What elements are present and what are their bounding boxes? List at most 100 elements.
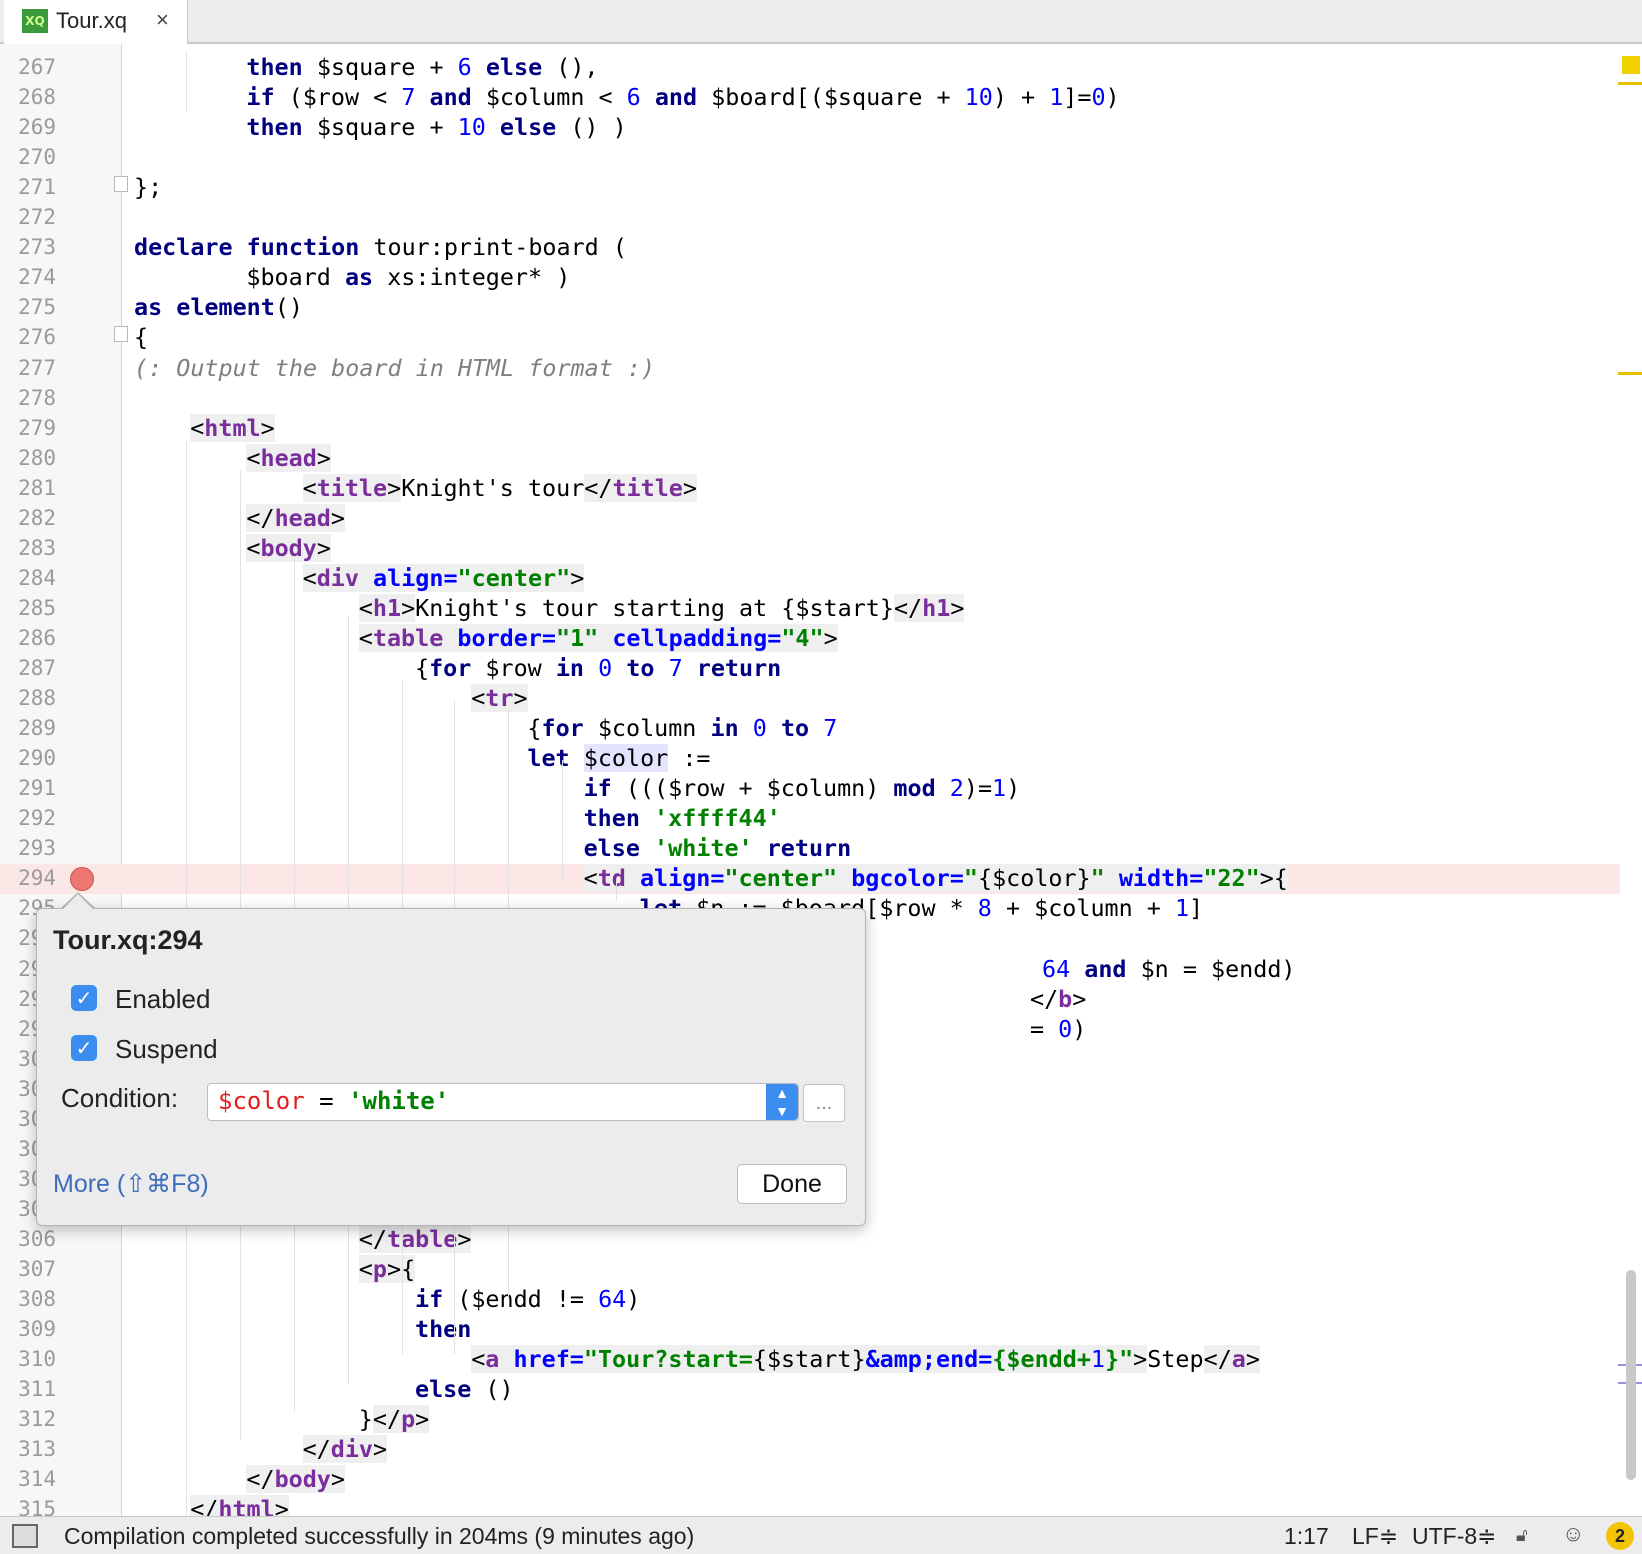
code-line[interactable]: <html> — [190, 413, 275, 443]
line-number[interactable]: 284 — [0, 563, 56, 593]
fold-end-icon[interactable] — [114, 176, 128, 192]
code-line[interactable]: </head> — [246, 503, 345, 533]
code-line[interactable]: 64 and $n = $endd) — [1042, 954, 1296, 984]
line-number[interactable]: 309 — [0, 1314, 56, 1344]
line-number[interactable]: 306 — [0, 1224, 56, 1254]
line-number[interactable]: 279 — [0, 413, 56, 443]
code-line[interactable]: let $color := — [527, 743, 710, 773]
line-number[interactable]: 283 — [0, 533, 56, 563]
code-line[interactable]: }; — [134, 172, 162, 202]
done-button[interactable]: Done — [737, 1164, 847, 1204]
line-number[interactable]: 310 — [0, 1344, 56, 1374]
code-line[interactable]: $board as xs:integer* ) — [246, 262, 570, 292]
line-number[interactable]: 270 — [0, 142, 56, 172]
code-line[interactable]: if ((($row + $column) mod 2)=1) — [584, 773, 1021, 803]
expand-condition-button[interactable]: ... — [803, 1084, 845, 1122]
inspector-icon[interactable]: ☺︎ — [1562, 1521, 1584, 1547]
fold-start-icon[interactable] — [114, 326, 128, 342]
code-line[interactable]: then $square + 6 else (), — [246, 52, 598, 82]
code-line[interactable]: <body> — [246, 533, 331, 563]
line-number[interactable]: 287 — [0, 653, 56, 683]
line-number[interactable]: 291 — [0, 773, 56, 803]
code-line[interactable]: if ($row < 7 and $column < 6 and $board[… — [246, 82, 1119, 112]
line-number[interactable]: 311 — [0, 1374, 56, 1404]
line-number[interactable]: 286 — [0, 623, 56, 653]
line-separator-selector[interactable]: LF≑ — [1352, 1523, 1398, 1550]
code-line[interactable]: <p>{ — [358, 1254, 416, 1284]
code-line[interactable]: <title>Knight's tour</title> — [302, 473, 697, 503]
line-number[interactable]: 290 — [0, 743, 56, 773]
code-line[interactable]: <tr> — [471, 683, 528, 713]
status-message[interactable]: Compilation completed successfully in 20… — [64, 1523, 694, 1550]
warning-marker-icon[interactable] — [1622, 56, 1640, 74]
line-number[interactable]: 271 — [0, 172, 56, 202]
condition-input[interactable]: $color = 'white' ▲ ▼ — [207, 1083, 799, 1121]
event-log-badge[interactable]: 2 — [1606, 1522, 1634, 1550]
code-line[interactable]: else () — [415, 1374, 514, 1404]
line-number[interactable]: 276 — [0, 322, 56, 352]
enabled-label[interactable]: Enabled — [115, 984, 210, 1015]
line-number[interactable]: 278 — [0, 383, 56, 413]
caret-position[interactable]: 1:17 — [1284, 1523, 1329, 1550]
line-number[interactable]: 277 — [0, 353, 56, 383]
suspend-checkbox[interactable]: ✓ — [71, 1035, 97, 1061]
code-line[interactable]: {for $column in 0 to 7 — [527, 713, 837, 743]
code-line[interactable]: then — [415, 1314, 471, 1344]
close-icon[interactable]: × — [156, 7, 169, 33]
line-number[interactable]: 314 — [0, 1464, 56, 1494]
line-number[interactable]: 275 — [0, 292, 56, 322]
line-number[interactable]: 307 — [0, 1254, 56, 1284]
code-line[interactable]: then $square + 10 else () ) — [246, 112, 626, 142]
line-number[interactable]: 269 — [0, 112, 56, 142]
line-number[interactable]: 292 — [0, 803, 56, 833]
vertical-scrollbar[interactable] — [1626, 1270, 1636, 1480]
code-line[interactable]: <td align="center" bgcolor="{$color}" wi… — [583, 863, 1288, 893]
lock-icon[interactable]: 🔓︎ — [1516, 1525, 1528, 1546]
code-line[interactable]: <h1>Knight's tour starting at {$start}</… — [358, 593, 965, 623]
line-number[interactable]: 280 — [0, 443, 56, 473]
code-line[interactable]: = 0) — [1030, 1014, 1086, 1044]
code-line[interactable]: </div> — [302, 1434, 388, 1464]
code-line[interactable]: if ($endd != 64) — [415, 1284, 640, 1314]
code-line[interactable]: <a href="Tour?start={$start}&amp;end={$e… — [471, 1344, 1260, 1374]
code-line[interactable]: }</p> — [359, 1404, 430, 1434]
code-line[interactable]: <table border="1" cellpadding="4"> — [358, 623, 838, 653]
code-line[interactable]: then 'xffff44' — [584, 803, 781, 833]
more-link[interactable]: More (⇧⌘F8) — [53, 1169, 209, 1199]
code-line[interactable]: declare function tour:print-board ( — [134, 232, 627, 262]
code-line[interactable]: <head> — [246, 443, 331, 473]
breakpoint-icon[interactable] — [70, 867, 94, 891]
code-line[interactable]: { — [134, 322, 148, 352]
encoding-selector[interactable]: UTF-8≑ — [1412, 1523, 1496, 1550]
warning-stripe[interactable] — [1618, 372, 1642, 375]
enabled-checkbox[interactable]: ✓ — [71, 985, 97, 1011]
line-number[interactable]: 308 — [0, 1284, 56, 1314]
condition-history-dropdown[interactable]: ▲ ▼ — [766, 1084, 798, 1120]
line-number[interactable]: 282 — [0, 503, 56, 533]
suspend-label[interactable]: Suspend — [115, 1034, 218, 1065]
warning-stripe[interactable] — [1618, 82, 1642, 85]
line-number[interactable]: 267 — [0, 52, 56, 82]
code-token: </ — [584, 473, 613, 502]
line-number[interactable]: 272 — [0, 202, 56, 232]
code-line[interactable]: as element() — [134, 292, 303, 322]
tab-tour-xq[interactable]: XQ Tour.xq × — [4, 0, 188, 44]
code-line[interactable]: (: Output the board in HTML format :) — [134, 353, 655, 383]
line-number[interactable]: 273 — [0, 232, 56, 262]
code-line[interactable]: </b> — [1030, 984, 1086, 1014]
tool-window-toggle-icon[interactable] — [12, 1524, 38, 1548]
line-number[interactable]: 313 — [0, 1434, 56, 1464]
line-number[interactable]: 285 — [0, 593, 56, 623]
line-number[interactable]: 288 — [0, 683, 56, 713]
code-line[interactable]: {for $row in 0 to 7 return — [415, 653, 781, 683]
line-number[interactable]: 294 — [0, 863, 56, 893]
line-number[interactable]: 281 — [0, 473, 56, 503]
line-number[interactable]: 274 — [0, 262, 56, 292]
code-line[interactable]: <div align="center"> — [302, 563, 585, 593]
line-number[interactable]: 289 — [0, 713, 56, 743]
line-number[interactable]: 312 — [0, 1404, 56, 1434]
line-number[interactable]: 268 — [0, 82, 56, 112]
code-line[interactable]: else 'white' return — [584, 833, 852, 863]
code-line[interactable]: </body> — [246, 1464, 345, 1494]
line-number[interactable]: 293 — [0, 833, 56, 863]
